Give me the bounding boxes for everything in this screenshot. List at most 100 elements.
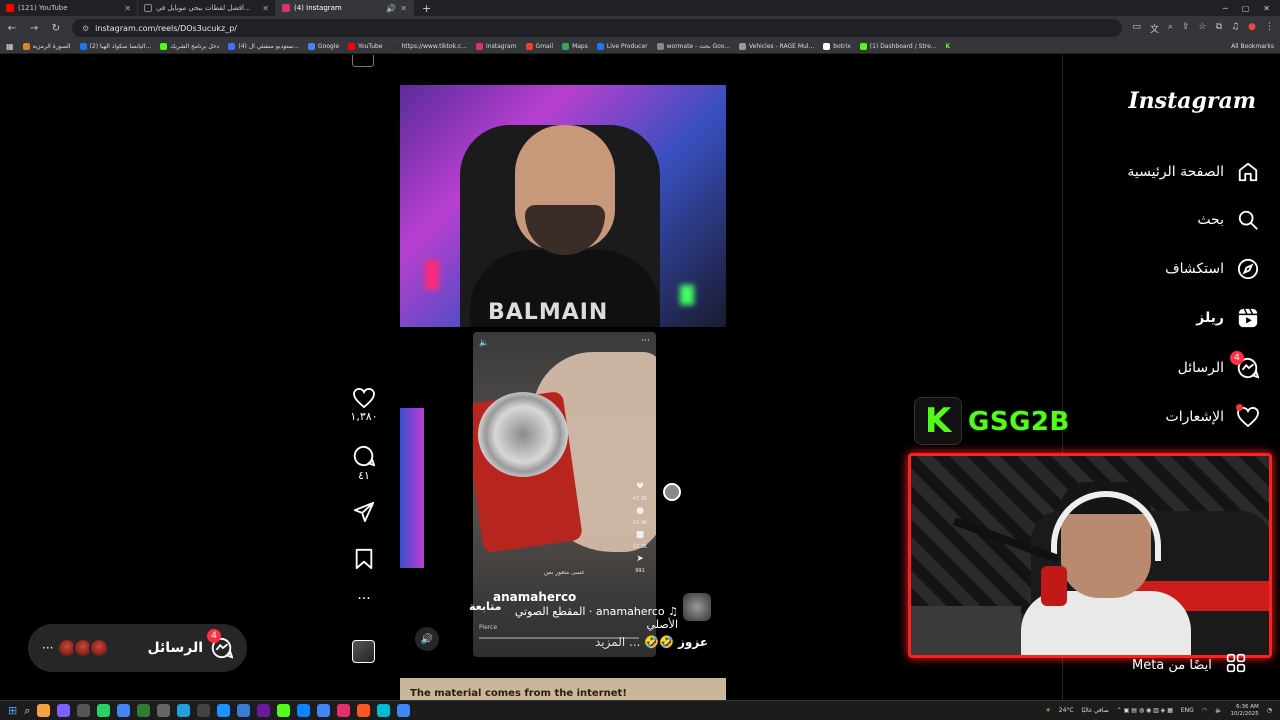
speaker-icon[interactable]: 🔊 xyxy=(386,4,396,13)
bookmark-item[interactable]: https://www.tiktok.c... xyxy=(391,43,467,50)
bookmark-item[interactable]: (1) Dashboard / Stre... xyxy=(859,43,936,50)
app-icon[interactable] xyxy=(257,704,271,717)
sidebar-item-search[interactable]: بحث xyxy=(1197,208,1260,232)
tab-youtube[interactable]: (121) YouTube ✕ xyxy=(0,0,138,16)
bookmark-item[interactable]: (4) ستوديو منشئي ال... xyxy=(228,43,299,50)
bookmark-item[interactable]: wormate - بحث Goo... xyxy=(656,43,730,50)
sidebar-item-home[interactable]: الصفحة الرئيسية xyxy=(1127,160,1260,184)
instagram-logo[interactable]: Instagram xyxy=(1128,88,1256,114)
bookmark-item[interactable]: Live Producer xyxy=(596,43,648,50)
app-icon[interactable] xyxy=(237,704,251,717)
language-indicator[interactable]: ENG xyxy=(1181,707,1194,714)
weather-temp[interactable]: 24°C xyxy=(1059,707,1074,714)
can-lid xyxy=(478,392,568,477)
more-icon[interactable]: ··· xyxy=(42,641,53,655)
app-icon[interactable] xyxy=(357,704,371,717)
chrome-icon[interactable] xyxy=(397,704,411,717)
cast-icon[interactable]: ▭ xyxy=(1132,22,1141,35)
sidebar-item-notifications[interactable]: الإشعارات xyxy=(1166,404,1260,429)
bookmark-item[interactable]: YouTube xyxy=(348,43,383,50)
wifi-icon[interactable]: ◠ xyxy=(1202,707,1207,714)
bookmark-star-icon[interactable]: ☆ xyxy=(1199,22,1207,35)
notification-bell-icon[interactable]: ◔ xyxy=(1267,707,1272,714)
previous-reel-thumbnail[interactable] xyxy=(352,55,374,67)
app-icon[interactable] xyxy=(377,704,391,717)
audio-track[interactable]: ♫ anamaherco · المقطع الصوتي الأصلي xyxy=(495,605,678,631)
share-button[interactable] xyxy=(345,501,383,523)
messages-pill[interactable]: ··· الرسائل 4 xyxy=(28,624,247,672)
tab-pubg-video[interactable]: أفضل لقطات ببجي موبايل في... ✕ xyxy=(138,0,276,16)
tab-instagram[interactable]: (4) Instagram 🔊 ✕ xyxy=(276,0,414,16)
sidebar-item-meta[interactable]: ايضًا من Meta xyxy=(1132,653,1246,677)
bookmark-item[interactable]: Vehicles - RAGE Mul... xyxy=(739,43,814,50)
bookmark-item[interactable]: Google xyxy=(307,43,339,50)
app-icon[interactable] xyxy=(157,704,171,717)
close-icon[interactable]: ✕ xyxy=(400,4,407,13)
telegram-icon[interactable] xyxy=(177,704,191,717)
audio-cover[interactable] xyxy=(683,593,711,621)
forward-icon[interactable]: → xyxy=(28,23,40,34)
app-icon[interactable] xyxy=(137,704,151,717)
more-options-button[interactable]: ··· xyxy=(345,591,383,607)
sidebar-item-explore[interactable]: استكشاف xyxy=(1165,257,1260,281)
translate-icon[interactable]: 文 xyxy=(1150,22,1159,35)
bookmark-item[interactable]: botrix xyxy=(823,43,851,50)
chrome-icon[interactable] xyxy=(117,704,131,717)
maximize-icon[interactable]: ▢ xyxy=(1242,4,1250,13)
minimize-icon[interactable]: ─ xyxy=(1223,4,1228,13)
mute-button[interactable]: 🔊 xyxy=(415,627,439,651)
sidebar-item-reels[interactable]: ريلز xyxy=(1196,306,1260,330)
app-icon[interactable] xyxy=(217,704,231,717)
bookmark-item[interactable]: (2) اليانسا سكواد الهيا... xyxy=(79,43,151,50)
search-icon[interactable]: ⌕ xyxy=(24,704,30,718)
windows-start-icon[interactable]: ⊞ xyxy=(8,704,17,717)
app-icon[interactable] xyxy=(37,704,51,717)
clock[interactable]: 6:36 AM 10/2/2025 xyxy=(1231,704,1259,718)
new-tab-button[interactable]: + xyxy=(414,2,439,15)
bookmark-item[interactable]: دخل برنامج الشريك xyxy=(160,43,219,50)
extensions-icon[interactable]: ⧉ xyxy=(1216,22,1222,35)
kick-bookmark-icon[interactable]: K xyxy=(945,43,950,50)
share-icon[interactable]: ⇪ xyxy=(1182,22,1190,35)
reel-caption[interactable]: عزوز 🤣🤣 ... المزيد xyxy=(595,635,708,649)
bookmark-item[interactable]: Gmail xyxy=(525,43,553,50)
app-icon[interactable] xyxy=(57,704,71,717)
bookmark-item[interactable]: Maps xyxy=(562,43,588,50)
app-icon[interactable] xyxy=(77,704,91,717)
author-username[interactable]: anamaherco xyxy=(493,590,576,604)
app-icon[interactable] xyxy=(297,704,311,717)
app-icon[interactable] xyxy=(197,704,211,717)
weather-icon[interactable]: ☀ xyxy=(1045,707,1050,714)
more-options-icon[interactable]: ··· xyxy=(641,336,650,346)
whatsapp-icon[interactable] xyxy=(97,704,111,717)
close-icon[interactable]: ✕ xyxy=(124,4,131,13)
volume-icon[interactable]: 🔈 xyxy=(479,338,489,347)
volume-icon[interactable]: 🔈 xyxy=(1215,707,1222,714)
reload-icon[interactable]: ↻ xyxy=(50,23,62,34)
save-button[interactable] xyxy=(345,548,383,570)
tray-icons[interactable]: ⌃ ▣ ▤ ◍ ◉ ▥ ◈ ▦ xyxy=(1117,707,1173,714)
profile-icon[interactable]: ● xyxy=(1248,22,1256,35)
close-window-icon[interactable]: ✕ xyxy=(1263,4,1270,13)
chrome-icon[interactable] xyxy=(317,704,331,717)
bookmark-item[interactable]: الصورة الرمزية xyxy=(22,43,71,50)
zoom-icon[interactable]: ⌕ xyxy=(1168,22,1173,35)
comment-button[interactable]: ٤١ xyxy=(345,445,383,482)
like-button[interactable]: ١,٣٨٠ xyxy=(345,388,383,423)
apps-icon[interactable]: ▦ xyxy=(6,42,14,51)
back-icon[interactable]: ← xyxy=(6,23,18,34)
app-icon[interactable] xyxy=(337,704,351,717)
sidebar-item-messages[interactable]: 4 الرسائل xyxy=(1178,351,1260,380)
media-icon[interactable]: ♫ xyxy=(1231,22,1239,35)
app-icon[interactable] xyxy=(277,704,291,717)
site-info-icon[interactable]: ⚙ xyxy=(82,24,89,33)
all-bookmarks-button[interactable]: All Bookmarks xyxy=(1231,43,1274,50)
address-bar[interactable]: ⚙ instagram.com/reels/DOs3ucukz_p/ xyxy=(72,19,1123,37)
close-icon[interactable]: ✕ xyxy=(262,4,269,13)
bookmark-item[interactable]: Instagram xyxy=(476,43,517,50)
reel-video-top[interactable]: BALMAIN xyxy=(400,85,726,327)
caption-user: عزوز xyxy=(677,635,709,649)
menu-icon[interactable]: ⋮ xyxy=(1265,22,1274,35)
next-reel-preview[interactable]: The material comes from the internet! xyxy=(400,678,726,700)
audio-thumbnail[interactable] xyxy=(352,640,375,663)
